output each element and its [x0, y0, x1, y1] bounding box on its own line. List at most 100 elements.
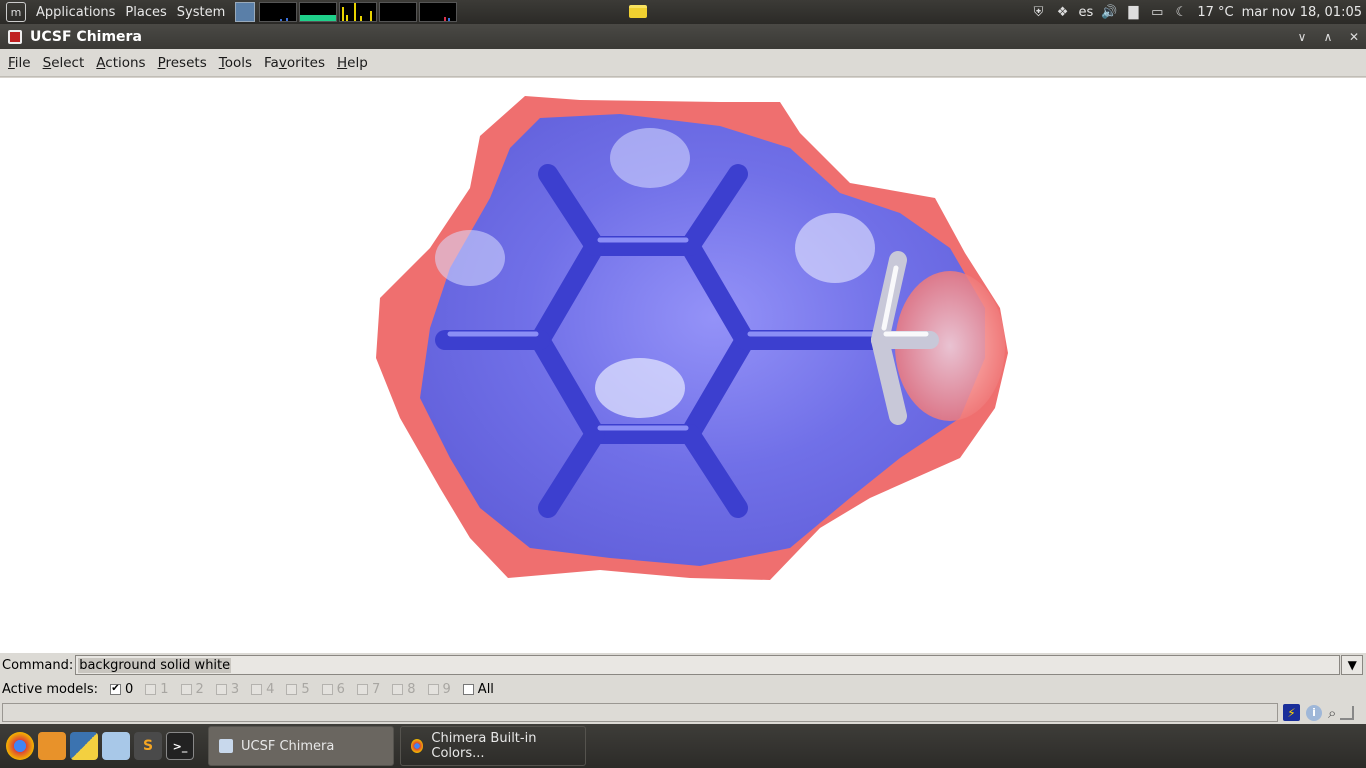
- surface-highlight: [595, 358, 685, 418]
- command-label: Command:: [2, 657, 74, 673]
- model-checkbox-0[interactable]: ✔ 0: [109, 681, 134, 697]
- cpu-bar: [286, 18, 289, 21]
- model-label: 7: [371, 681, 381, 697]
- cpu-bar: [280, 19, 283, 21]
- chimera-window: UCSF Chimera ∨ ∧ ✕ File Select Actions Pres…: [0, 24, 1366, 724]
- model-label: 3: [230, 681, 240, 697]
- system-menu[interactable]: System: [173, 5, 229, 20]
- model-label: 9: [442, 681, 451, 697]
- model-label: 2: [195, 681, 204, 697]
- network-bar: [354, 3, 357, 21]
- checkbox-box: [321, 683, 333, 695]
- places-menu[interactable]: Places: [121, 5, 170, 20]
- graphics-viewport[interactable]: [0, 78, 1366, 654]
- info-icon[interactable]: i: [1306, 704, 1322, 721]
- window-title: UCSF Chimera: [30, 28, 142, 45]
- model-label: 4: [266, 681, 275, 697]
- menu-presets[interactable]: Presets: [152, 55, 213, 71]
- menubar: File Select Actions Presets Tools Favorites He…: [0, 49, 1366, 77]
- load-monitor: [419, 2, 458, 22]
- system-tray: ⛨ ❖ es 🔊 ▇ ▭ ☾ 17 °C mar nov 18, 01:05: [1031, 0, 1362, 24]
- terminal-icon[interactable]: >_: [166, 732, 194, 760]
- menu-tools[interactable]: Tools: [213, 55, 258, 71]
- taskbar-button[interactable]: UCSF Chimera: [208, 726, 394, 766]
- model-checkbox-8: 8: [392, 681, 416, 697]
- network-bar: [346, 15, 349, 21]
- signal-icon[interactable]: ▇: [1125, 4, 1141, 20]
- taskbar-button-label: Chimera Built-in Colors...: [431, 731, 537, 761]
- resize-grip-icon[interactable]: [1340, 705, 1355, 720]
- network-bar: [342, 7, 345, 21]
- python-icon[interactable]: [70, 732, 98, 760]
- molecule-render[interactable]: [0, 78, 1366, 654]
- active-models-label: Active models:: [2, 681, 98, 697]
- status-message-field: [2, 703, 1278, 722]
- keyboard-layout[interactable]: es: [1079, 5, 1094, 20]
- mint-menu-icon[interactable]: m: [6, 2, 26, 22]
- model-checkbox-7: 7: [356, 681, 381, 697]
- surface-highlight: [435, 230, 505, 286]
- search-icon[interactable]: ⌕: [1328, 704, 1336, 722]
- taskbar-button-label: UCSF Chimera: [241, 738, 335, 754]
- task-list: UCSF Chimera Chimera Built-in Colors...: [202, 726, 586, 766]
- checkbox-box: [286, 683, 298, 695]
- surface-highlight: [610, 128, 690, 188]
- dropbox-icon[interactable]: ❖: [1055, 4, 1071, 20]
- taskbar-button[interactable]: Chimera Built-in Colors...: [400, 726, 586, 766]
- load-bar: [444, 17, 447, 21]
- lightning-icon[interactable]: ⚡: [1283, 704, 1300, 721]
- top-panel: m Applications Places System ⛨ ❖ es 🔊 ▇ …: [0, 0, 1366, 24]
- cube-icon[interactable]: [102, 732, 130, 760]
- weather-icon[interactable]: ☾: [1173, 4, 1189, 20]
- volume-icon[interactable]: 🔊: [1101, 4, 1117, 20]
- chrome-icon[interactable]: [6, 732, 34, 760]
- close-button[interactable]: ✕: [1348, 30, 1360, 44]
- model-checkbox-9: 9: [427, 681, 451, 697]
- model-checkbox-6: 6: [321, 682, 345, 697]
- menu-select[interactable]: Select: [37, 55, 91, 71]
- network-monitor: [339, 2, 378, 22]
- command-history-dropdown[interactable]: ▼: [1341, 655, 1364, 675]
- model-label: All: [477, 681, 494, 697]
- minimize-button[interactable]: ∨: [1296, 30, 1308, 44]
- panel-menus: m Applications Places System: [0, 0, 459, 24]
- model-label: 5: [301, 681, 310, 697]
- window-icon: [219, 739, 233, 753]
- menu-actions[interactable]: Actions: [90, 55, 151, 71]
- chrome-icon: [411, 739, 424, 753]
- status-row: ⚡ i ⌕: [0, 701, 1366, 724]
- applications-menu[interactable]: Applications: [32, 5, 119, 20]
- maximize-button[interactable]: ∧: [1322, 30, 1334, 44]
- menu-file[interactable]: File: [2, 55, 37, 71]
- checkbox-box: [392, 683, 404, 695]
- command-value: background solid white: [78, 657, 232, 673]
- model-label: 0: [124, 681, 134, 697]
- surface-highlight: [795, 213, 875, 283]
- temperature[interactable]: 17 °C: [1197, 5, 1233, 20]
- model-checkbox-4: 4: [251, 682, 274, 697]
- menu-help[interactable]: Help: [331, 55, 374, 71]
- cpu-monitor: [259, 2, 298, 22]
- taskbar: S >_ UCSF Chimera Chimera Built-in Colors…: [0, 724, 1366, 768]
- desktop-launcher-icon[interactable]: [235, 2, 256, 22]
- shield-icon[interactable]: ⛨: [1031, 4, 1047, 20]
- folder-icon[interactable]: [629, 5, 647, 18]
- checkbox-box: [356, 683, 368, 695]
- model-checkbox-5: 5: [286, 681, 310, 697]
- image-viewer-icon[interactable]: [38, 732, 66, 760]
- checkbox-box: [427, 683, 439, 695]
- checkbox-box[interactable]: [462, 683, 474, 695]
- clock[interactable]: mar nov 18, 01:05: [1242, 5, 1362, 20]
- command-row: Command: background solid white ▼: [0, 653, 1366, 677]
- sublime-text-icon[interactable]: S: [134, 732, 162, 760]
- checkbox-box[interactable]: ✔: [109, 683, 121, 695]
- window-controls: ∨ ∧ ✕: [1296, 24, 1360, 49]
- battery-icon[interactable]: ▭: [1149, 4, 1165, 20]
- menu-favorites[interactable]: Favorites: [258, 55, 331, 71]
- checkbox-box: [215, 683, 227, 695]
- model-label: 8: [407, 681, 416, 697]
- window-titlebar[interactable]: UCSF Chimera ∨ ∧ ✕: [0, 24, 1366, 49]
- swap-monitor: [379, 2, 418, 22]
- model-checkbox-all[interactable]: All: [462, 681, 494, 697]
- command-input[interactable]: background solid white: [75, 655, 1341, 675]
